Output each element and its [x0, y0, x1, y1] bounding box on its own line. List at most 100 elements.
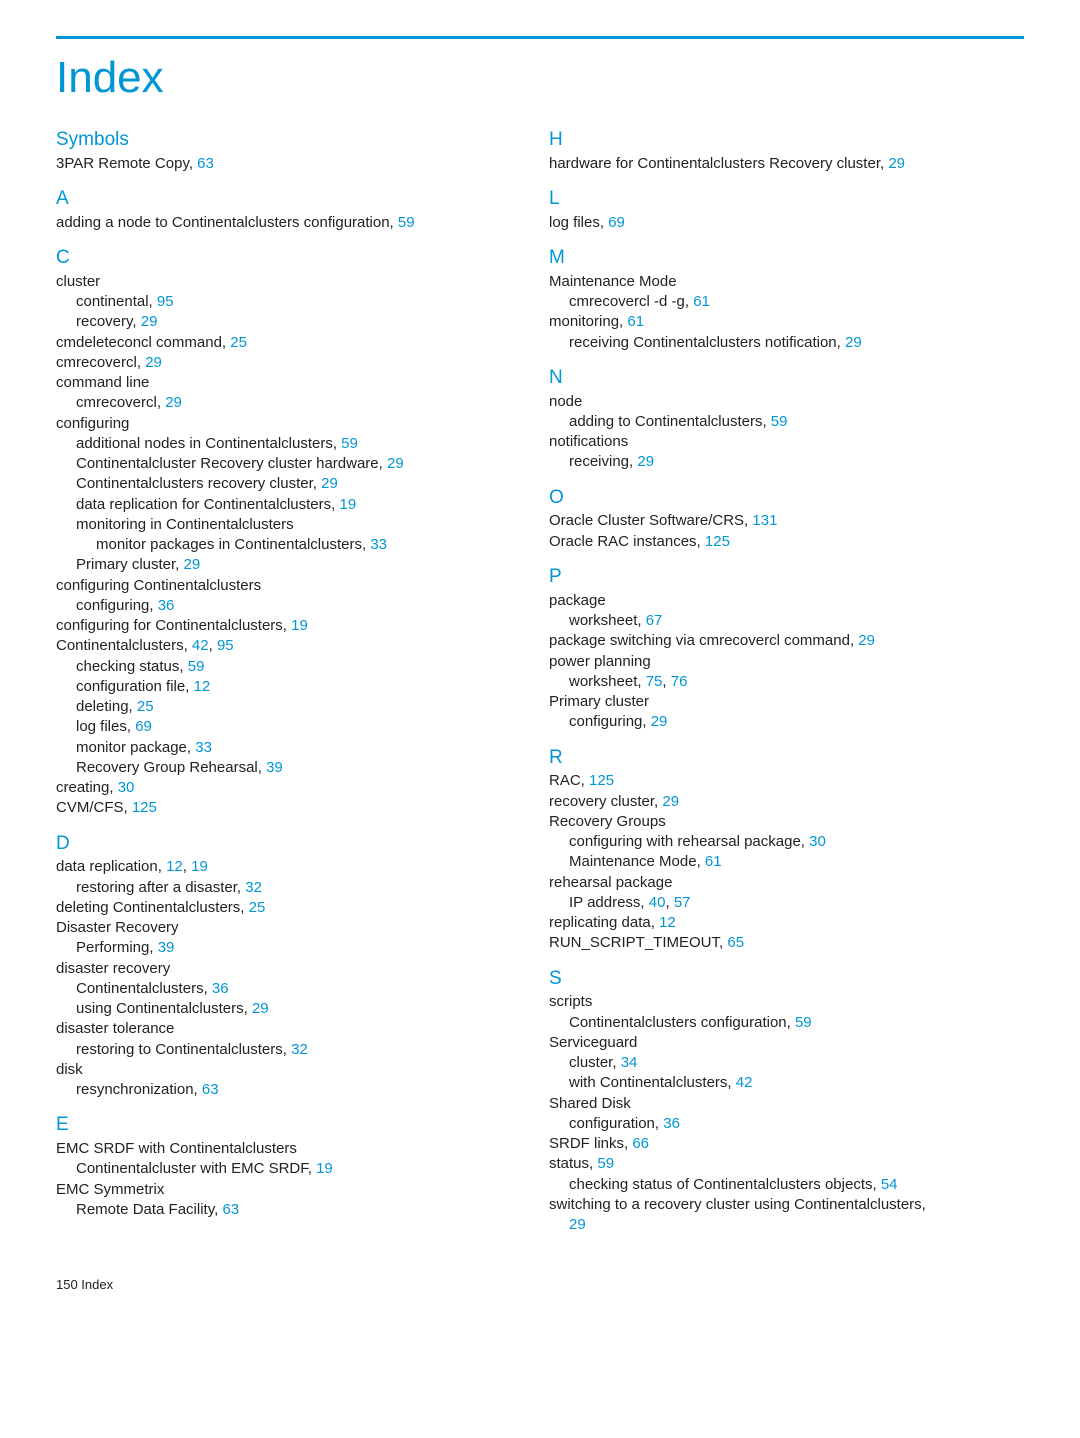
entry-text: Performing,: [76, 939, 158, 956]
entry-text: Recovery Groups: [549, 813, 666, 830]
right-column: Hhardware for Continentalclusters Recove…: [549, 127, 1024, 1235]
entry-text: EMC Symmetrix: [56, 1181, 164, 1198]
page-link[interactable]: 65: [727, 934, 744, 951]
page-link[interactable]: 131: [752, 512, 777, 529]
page-link[interactable]: 19: [316, 1160, 333, 1177]
page-link[interactable]: 29: [184, 556, 201, 573]
page-link[interactable]: 29: [321, 475, 338, 492]
page-link[interactable]: 39: [266, 759, 283, 776]
index-entry: RAC, 125: [549, 771, 1024, 791]
entry-text: rehearsal package: [549, 874, 672, 891]
page-link[interactable]: 61: [693, 293, 710, 310]
entry-text: EMC SRDF with Continentalclusters: [56, 1140, 297, 1157]
page-link[interactable]: 69: [135, 718, 152, 735]
index-entry: Maintenance Mode: [549, 272, 1024, 292]
index-entry: log files, 69: [549, 213, 1024, 233]
page-link[interactable]: 59: [771, 413, 788, 430]
page-link[interactable]: 29: [569, 1216, 586, 1233]
page-link[interactable]: 36: [212, 980, 229, 997]
page-link[interactable]: 25: [249, 899, 266, 916]
page-link[interactable]: 34: [621, 1054, 638, 1071]
index-entry: status, 59: [549, 1154, 1024, 1174]
page-link[interactable]: 54: [881, 1176, 898, 1193]
page-link[interactable]: 40: [649, 894, 666, 911]
page-link[interactable]: 69: [608, 214, 625, 231]
page-link[interactable]: 29: [145, 354, 162, 371]
page-link[interactable]: 63: [222, 1201, 239, 1218]
entry-text: 3PAR Remote Copy,: [56, 155, 197, 172]
entry-text: cmdeleteconcl command,: [56, 334, 230, 351]
page-link[interactable]: 30: [809, 833, 826, 850]
page-link[interactable]: 30: [118, 779, 135, 796]
page-link[interactable]: 59: [795, 1014, 812, 1031]
page-link[interactable]: 32: [245, 879, 262, 896]
index-entry: disk: [56, 1060, 531, 1080]
index-entry: configuring with rehearsal package, 30: [569, 832, 1024, 852]
page-link[interactable]: 63: [202, 1081, 219, 1098]
page-link[interactable]: 29: [845, 334, 862, 351]
page-link[interactable]: 29: [387, 455, 404, 472]
entry-text: worksheet,: [569, 612, 646, 629]
page-link[interactable]: 95: [217, 637, 234, 654]
page-link[interactable]: 61: [627, 313, 644, 330]
entry-text: checking status,: [76, 658, 188, 675]
page-link[interactable]: 59: [398, 214, 415, 231]
page-link[interactable]: 59: [188, 658, 205, 675]
page-link[interactable]: 76: [671, 673, 688, 690]
page-link[interactable]: 36: [663, 1115, 680, 1132]
page-link[interactable]: 12: [194, 678, 211, 695]
page-link[interactable]: 32: [291, 1041, 308, 1058]
index-entry: notifications: [549, 432, 1024, 452]
entry-text: Recovery Group Rehearsal,: [76, 759, 266, 776]
entry-text: Disaster Recovery: [56, 919, 179, 936]
page-link[interactable]: 19: [339, 496, 356, 513]
index-entry: creating, 30: [56, 778, 531, 798]
page-link[interactable]: 66: [632, 1135, 649, 1152]
page-link[interactable]: 29: [662, 793, 679, 810]
page-link[interactable]: 12: [659, 914, 676, 931]
page-link[interactable]: 29: [651, 713, 668, 730]
entry-text: Primary cluster,: [76, 556, 184, 573]
page-link[interactable]: 42: [192, 637, 209, 654]
page-link[interactable]: 61: [705, 853, 722, 870]
page-link[interactable]: 19: [191, 858, 208, 875]
page-link[interactable]: 33: [370, 536, 387, 553]
page-link[interactable]: 19: [291, 617, 308, 634]
page-link[interactable]: 125: [589, 772, 614, 789]
page-link[interactable]: 36: [158, 597, 175, 614]
page-link[interactable]: 42: [736, 1074, 753, 1091]
index-entry: deleting Continentalclusters, 25: [56, 898, 531, 918]
index-entry: Continentalclusters, 42, 95: [56, 636, 531, 656]
section-letter: A: [56, 188, 531, 211]
page-link[interactable]: 57: [674, 894, 691, 911]
page-link[interactable]: 29: [252, 1000, 269, 1017]
page-link[interactable]: 125: [132, 799, 157, 816]
page-link[interactable]: 12: [166, 858, 183, 875]
entry-text: data replication for Continentalclusters…: [76, 496, 339, 513]
entry-text: restoring to Continentalclusters,: [76, 1041, 291, 1058]
page-link[interactable]: 75: [646, 673, 663, 690]
page-link[interactable]: 25: [230, 334, 247, 351]
page-footer: 150 Index: [56, 1277, 1024, 1292]
page-link[interactable]: 29: [165, 394, 182, 411]
index-entry: RUN_SCRIPT_TIMEOUT, 65: [549, 933, 1024, 953]
page-link[interactable]: 33: [195, 739, 212, 756]
page-link[interactable]: 39: [158, 939, 175, 956]
page-link[interactable]: 29: [141, 313, 158, 330]
page-link[interactable]: 29: [858, 632, 875, 649]
entry-text: notifications: [549, 433, 628, 450]
entry-text: Continentalcluster with EMC SRDF,: [76, 1160, 316, 1177]
entry-text: additional nodes in Continentalclusters,: [76, 435, 341, 452]
index-entry-page-continuation: 29: [569, 1215, 1024, 1235]
page-link[interactable]: 63: [197, 155, 214, 172]
page-link[interactable]: 29: [637, 453, 654, 470]
section-letter: R: [549, 747, 1024, 770]
page-link[interactable]: 125: [705, 533, 730, 550]
index-entry: IP address, 40, 57: [569, 893, 1024, 913]
page-link[interactable]: 25: [137, 698, 154, 715]
page-link[interactable]: 29: [888, 155, 905, 172]
page-link[interactable]: 67: [646, 612, 663, 629]
page-link[interactable]: 59: [597, 1155, 614, 1172]
page-link[interactable]: 95: [157, 293, 174, 310]
page-link[interactable]: 59: [341, 435, 358, 452]
